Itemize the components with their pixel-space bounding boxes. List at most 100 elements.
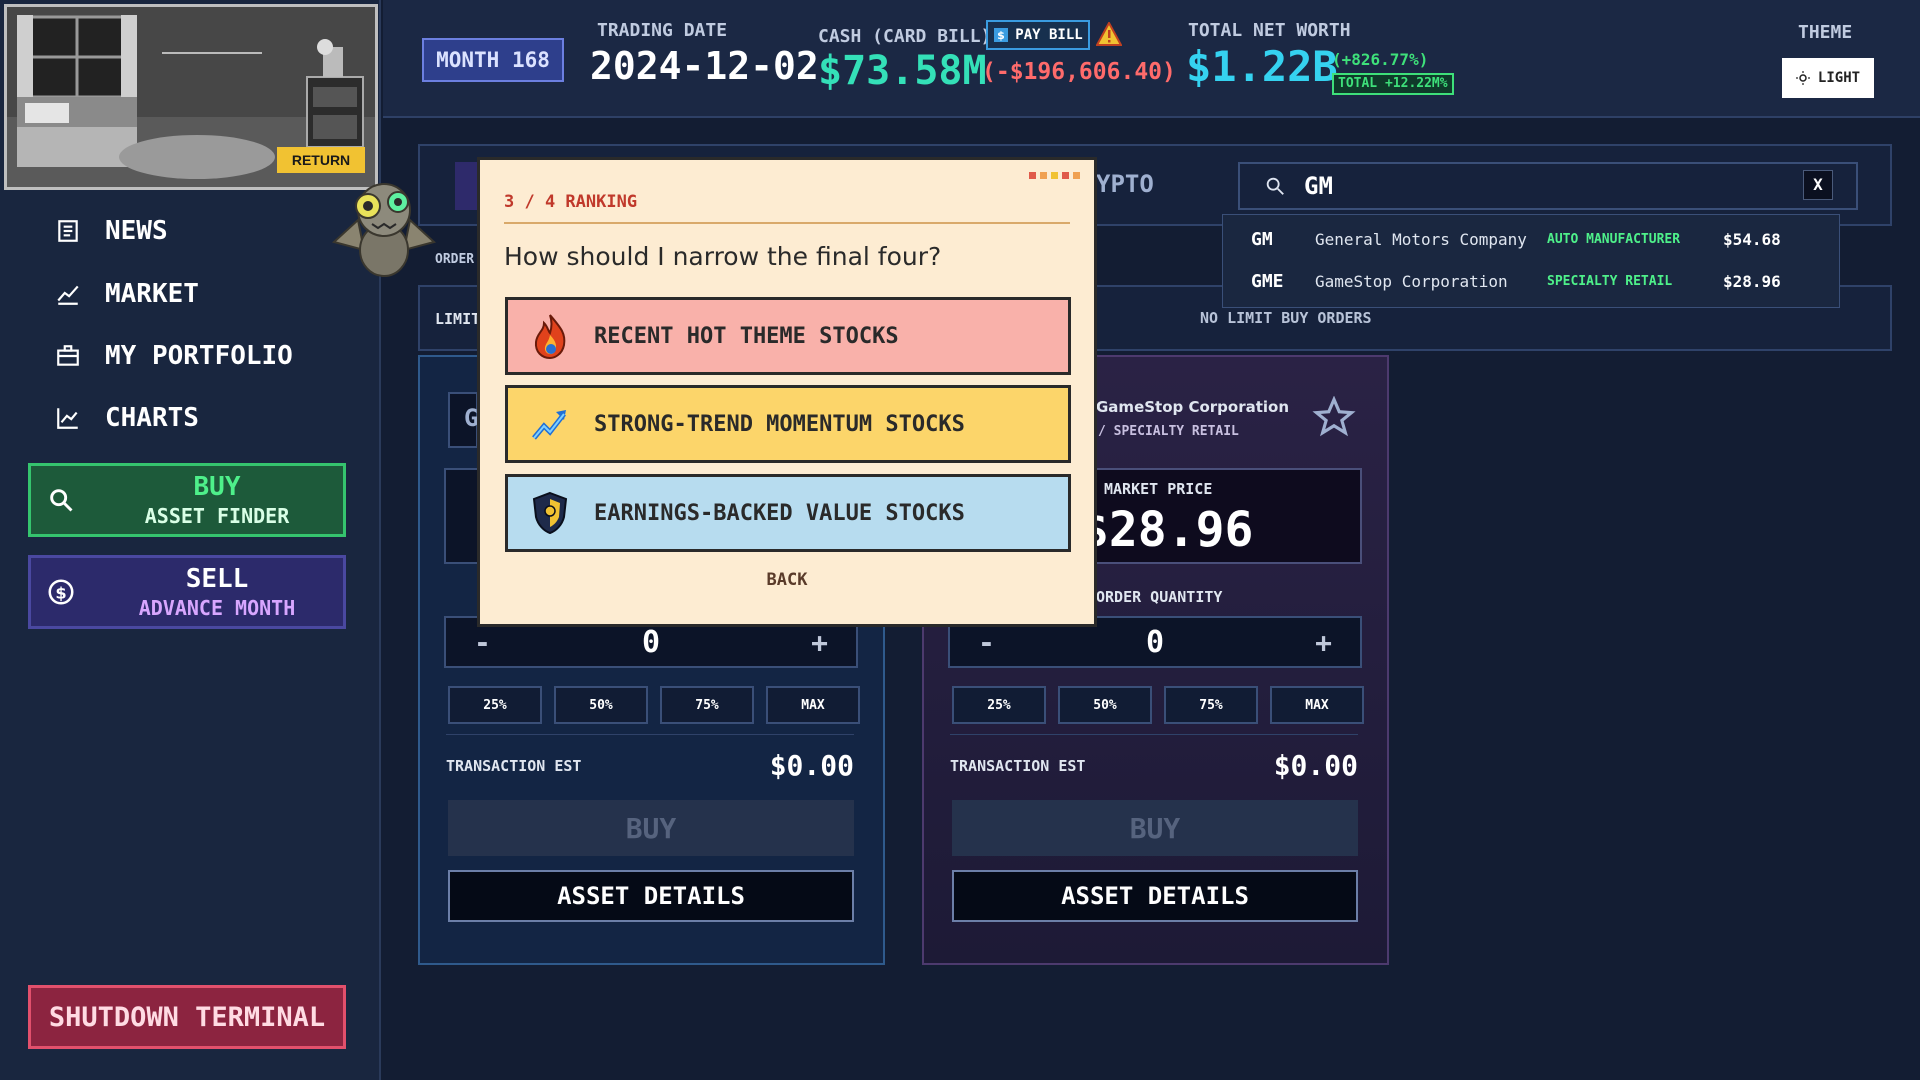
shield-icon <box>532 491 568 535</box>
pay-bill-label: PAY BILL <box>1015 27 1083 43</box>
modal-step: 3 / 4 RANKING <box>504 192 638 212</box>
buy-asset-finder-button[interactable]: BUY ASSET FINDER <box>28 463 346 537</box>
sell-advance-month-button[interactable]: $ SELL ADVANCE MONTH <box>28 555 346 629</box>
transaction-est-value: $0.00 <box>1273 749 1358 782</box>
order-label: ORDER <box>435 252 475 267</box>
pct-25-button[interactable]: 25% <box>952 686 1046 724</box>
pct-50-button[interactable]: 50% <box>554 686 648 724</box>
option-momentum-label: STRONG-TREND MOMENTUM STOCKS <box>594 411 965 437</box>
limit-label: LIMIT <box>435 310 481 328</box>
search-icon <box>1266 177 1284 195</box>
asset-name: GameStop Corporation <box>1096 398 1290 416</box>
theme-label: THEME <box>1798 22 1853 43</box>
trading-date: 2024-12-02 <box>590 44 819 88</box>
trend-up-icon <box>532 410 566 440</box>
asset-sector: / SPECIALTY RETAIL <box>1098 424 1239 439</box>
bedroom-scene: RETURN <box>4 4 378 190</box>
warning-icon <box>1096 22 1122 46</box>
market-price-box: MARKET PRICE $28.96 <box>1080 468 1362 564</box>
option-hot-theme[interactable]: RECENT HOT THEME STOCKS <box>505 297 1071 375</box>
svg-text:$: $ <box>55 583 66 602</box>
transaction-est-label: TRANSACTION EST <box>950 756 1086 775</box>
nav-portfolio[interactable]: MY PORTFOLIO <box>55 336 355 376</box>
cash-label: CASH (CARD BILL) <box>818 26 992 47</box>
search-query[interactable]: GM <box>1304 172 1333 200</box>
minus-icon[interactable]: - <box>978 626 995 659</box>
bill-icon: $ <box>994 28 1009 42</box>
market-icon <box>57 285 79 305</box>
option-value[interactable]: EARNINGS-BACKED VALUE STOCKS <box>505 474 1071 552</box>
cash-value: $73.58M <box>818 48 987 94</box>
back-button[interactable]: BACK <box>480 570 1094 590</box>
month-badge: MONTH 168 <box>422 38 564 82</box>
result-ticker: GM <box>1251 228 1273 250</box>
pct-25-button[interactable]: 25% <box>448 686 542 724</box>
right-asset-details-button[interactable]: ASSET DETAILS <box>952 870 1358 922</box>
result-sector: AUTO MANUFACTURER <box>1547 231 1681 247</box>
news-icon <box>58 220 78 242</box>
transaction-est-value: $0.00 <box>769 749 854 782</box>
order-quantity-label: ORDER QUANTITY <box>1096 588 1223 606</box>
plus-icon[interactable]: + <box>811 626 828 659</box>
sell-title: SELL <box>185 564 249 595</box>
search-result-row[interactable]: GM General Motors Company AUTO MANUFACTU… <box>1223 219 1839 259</box>
theme-light-button[interactable]: LIGHT <box>1782 58 1874 98</box>
pct-max-button[interactable]: MAX <box>1270 686 1364 724</box>
nav-news-label: NEWS <box>105 216 168 246</box>
right-transaction-row: TRANSACTION EST $0.00 <box>950 734 1358 782</box>
result-name: GameStop Corporation <box>1315 271 1508 291</box>
total-change-badge: TOTAL +12.22M% <box>1332 73 1454 95</box>
tab-crypto[interactable]: YPTO <box>1096 170 1154 198</box>
card-bill-value: (-$196,606.40) <box>982 59 1176 85</box>
modal-divider <box>504 222 1070 224</box>
star-icon[interactable] <box>1312 396 1356 438</box>
left-card-pricebox <box>444 468 480 564</box>
net-worth-change: (+826.77%) <box>1332 50 1429 69</box>
right-buy-button[interactable]: BUY <box>952 800 1358 856</box>
result-name: General Motors Company <box>1315 229 1527 249</box>
theme-light-label: LIGHT <box>1817 70 1861 86</box>
pct-max-button[interactable]: MAX <box>766 686 860 724</box>
market-price-label: MARKET PRICE <box>1104 480 1213 498</box>
minus-icon[interactable]: - <box>474 626 491 659</box>
nav-charts-label: CHARTS <box>105 403 199 433</box>
left-buy-button[interactable]: BUY <box>448 800 854 856</box>
right-quantity-value: 0 <box>1145 624 1165 660</box>
pct-75-button[interactable]: 75% <box>660 686 754 724</box>
option-value-label: EARNINGS-BACKED VALUE STOCKS <box>594 500 965 526</box>
sun-icon <box>1795 71 1810 85</box>
search-icon <box>50 489 73 512</box>
pct-50-button[interactable]: 50% <box>1058 686 1152 724</box>
shutdown-terminal-button[interactable]: SHUTDOWN TERMINAL <box>28 985 346 1049</box>
no-limit-orders: NO LIMIT BUY ORDERS <box>1200 309 1372 327</box>
flame-icon <box>534 314 566 359</box>
left-card-ticker: G <box>448 392 478 448</box>
ranking-modal: 3 / 4 RANKING How should I narrow the fi… <box>477 157 1097 627</box>
pay-bill-button[interactable]: $ PAY BILL <box>986 20 1090 50</box>
nav-charts[interactable]: CHARTS <box>55 398 355 438</box>
buy-title: BUY <box>193 472 241 503</box>
right-percent-row: 25% 50% 75% MAX <box>952 686 1364 724</box>
result-price: $28.96 <box>1723 271 1781 291</box>
option-momentum[interactable]: STRONG-TREND MOMENTUM STOCKS <box>505 385 1071 463</box>
buy-subtitle: ASSET FINDER <box>144 503 290 528</box>
window-dots <box>1029 172 1080 179</box>
briefcase-icon <box>57 345 79 366</box>
nav-market[interactable]: MARKET <box>55 274 355 314</box>
asset-search-box[interactable]: GM <box>1238 162 1858 210</box>
nav-news[interactable]: NEWS <box>55 211 355 251</box>
transaction-est-label: TRANSACTION EST <box>446 756 582 775</box>
left-percent-row: 25% 50% 75% MAX <box>448 686 860 724</box>
search-result-row[interactable]: GME GameStop Corporation SPECIALTY RETAI… <box>1223 261 1839 301</box>
svg-text:$: $ <box>997 29 1005 42</box>
plus-icon[interactable]: + <box>1315 626 1332 659</box>
net-worth-value: $1.22B <box>1186 42 1338 91</box>
return-button[interactable]: RETURN <box>277 147 365 173</box>
left-asset-details-button[interactable]: ASSET DETAILS <box>448 870 854 922</box>
pct-75-button[interactable]: 75% <box>1164 686 1258 724</box>
search-results-dropdown: GM General Motors Company AUTO MANUFACTU… <box>1222 214 1840 308</box>
nav-portfolio-label: MY PORTFOLIO <box>105 341 293 371</box>
left-quantity-value: 0 <box>641 624 661 660</box>
dollar-coin-icon: $ <box>48 579 74 605</box>
clear-search-button[interactable]: X <box>1803 170 1833 200</box>
